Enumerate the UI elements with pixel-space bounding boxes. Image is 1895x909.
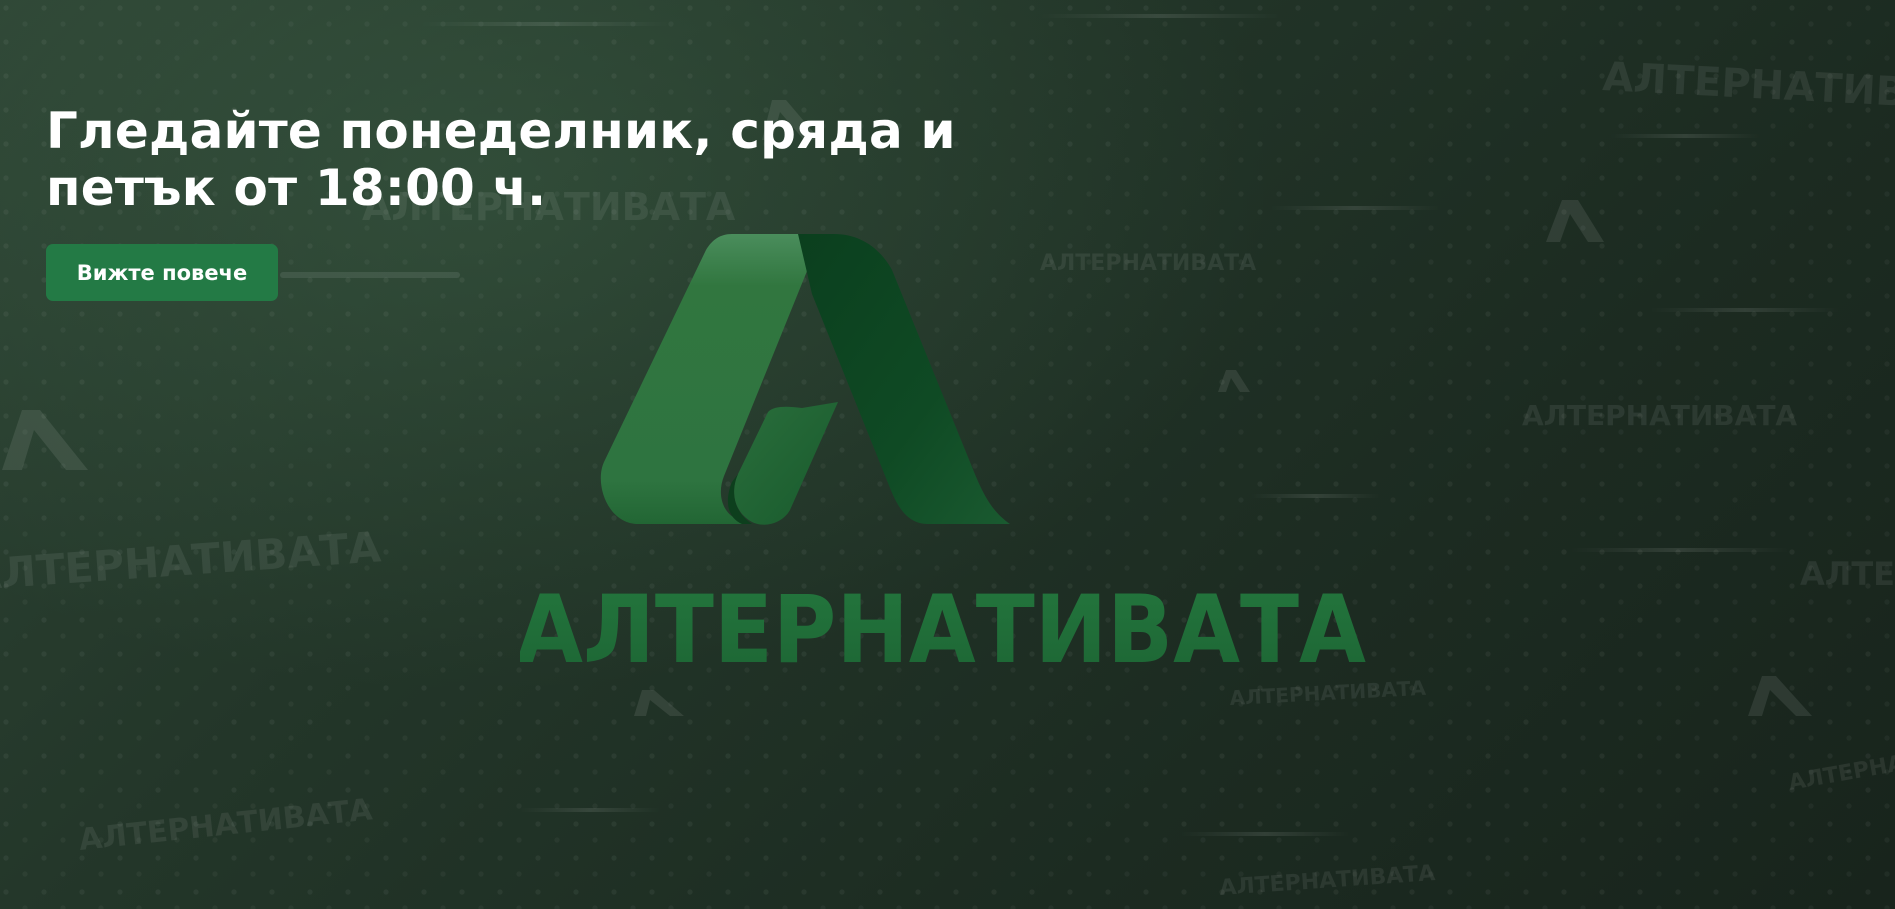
watermark-wordmark: АЛТЕРНАТИВАТА (1522, 399, 1797, 432)
headline-line-2: петък от 18:00 ч. (46, 159, 547, 217)
hero-banner: АЛТЕРНАТИВАТА АЛТЕРНАТИВАТА АЛТЕРНАТИВАТ… (0, 0, 1895, 909)
hero-headline: Гледайте понеделник, сряда и петък от 18… (46, 103, 1046, 217)
logo-wordmark: АЛТЕРНАТИВАТА (520, 576, 1366, 670)
see-more-button[interactable]: Вижте повече (46, 244, 278, 301)
watermark-wordmark: АЛТЕРНАТИВАТА (1800, 555, 1895, 593)
watermark-wordmark: АЛТЕРНАТИВАТА (1787, 734, 1895, 796)
watermark-wordmark: АЛТЕРНАТИВАТА (0, 522, 383, 600)
a-mark-icon (600, 234, 1010, 525)
watermark-wordmark: АЛТЕРНАТИВАТА (1601, 54, 1895, 121)
alternativata-logo: АЛТЕРНАТИВАТА (520, 234, 1366, 670)
headline-line-1: Гледайте понеделник, сряда и (46, 102, 956, 160)
watermark-wordmark: АЛТЕРНАТИВАТА (1219, 861, 1436, 901)
watermark-wordmark: АЛТЕРНАТИВАТА (77, 792, 375, 858)
watermark-wordmark: АЛТЕРНАТИВАТА (1229, 676, 1427, 710)
